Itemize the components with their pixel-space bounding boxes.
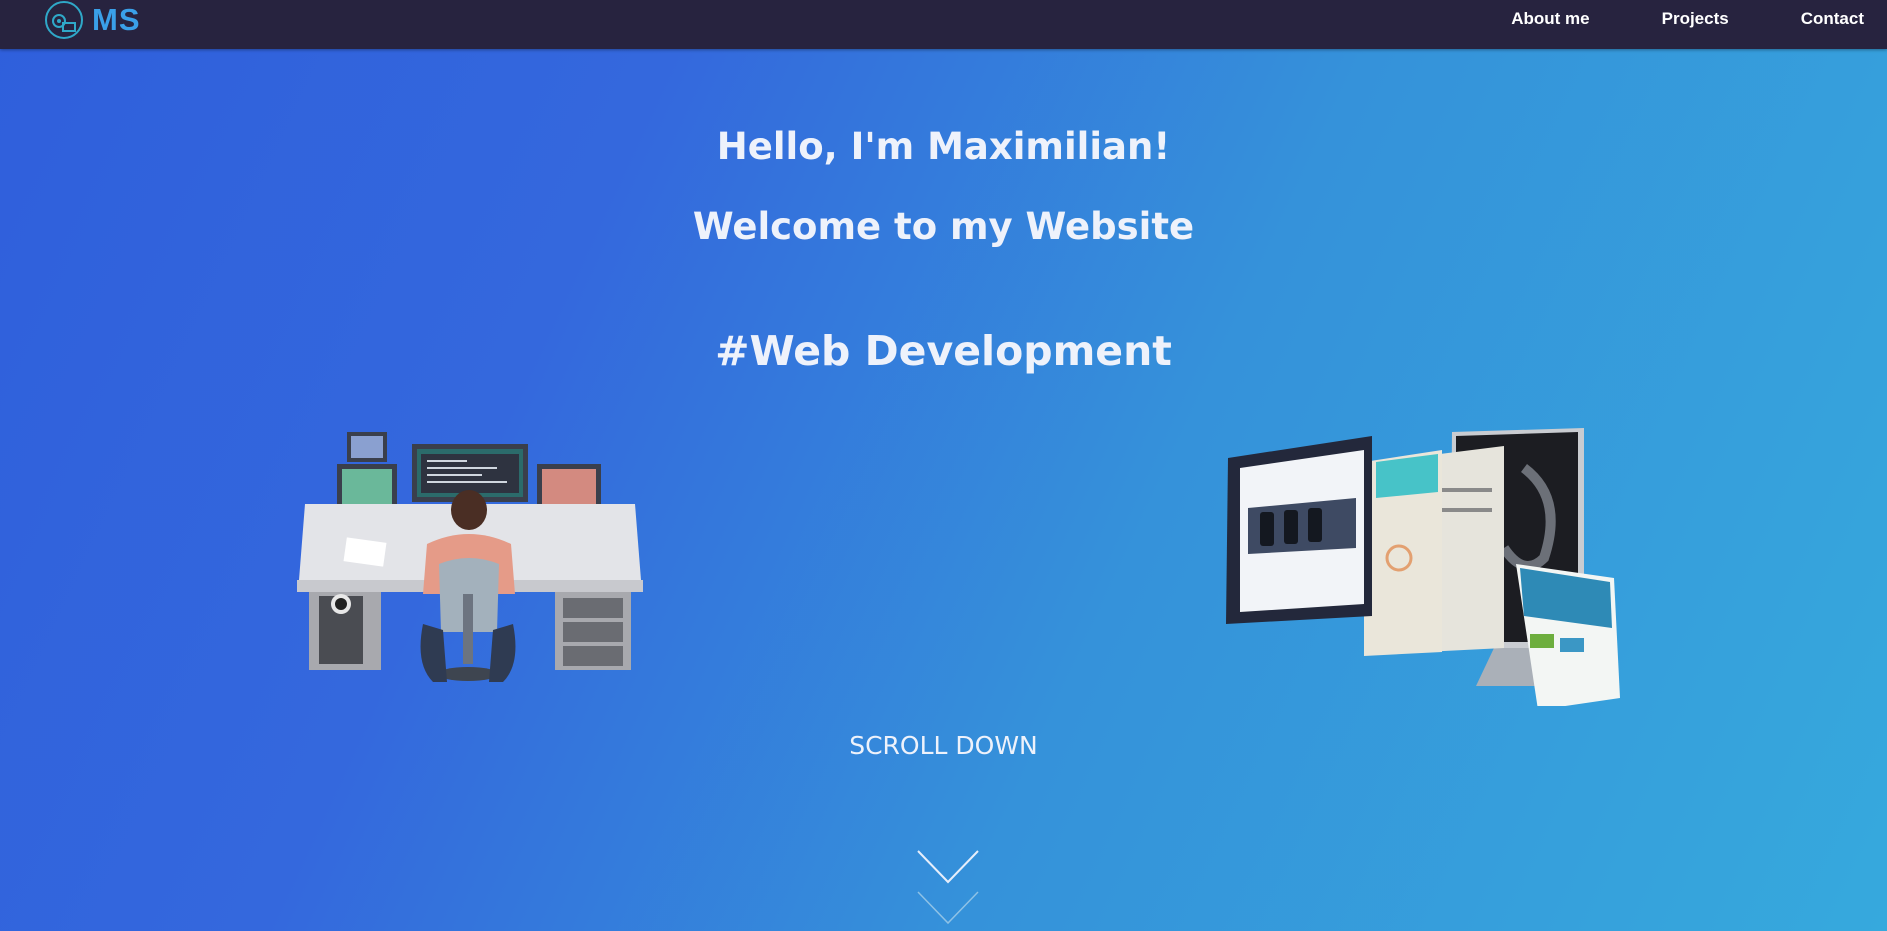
scroll-down-chevron-icon[interactable] [917,849,979,931]
scroll-down-label[interactable]: SCROLL DOWN [0,731,1887,760]
nav-link-about[interactable]: About me [1511,9,1589,29]
logo-globe-icon [45,1,83,39]
nav-link-projects[interactable]: Projects [1662,9,1729,29]
nav-link-contact[interactable]: Contact [1801,9,1864,29]
website-screens-illustration [1226,428,1620,706]
nav-links: About me Projects Contact [1439,0,1864,38]
logo-text: MS [92,2,141,37]
site-logo[interactable]: MS [44,0,141,40]
top-navbar: MS About me Projects Contact [0,0,1887,49]
hero-greeting: Hello, I'm Maximilian! [716,125,1171,168]
developer-desk-illustration [297,432,643,682]
hero-tagline: #Web Development [715,327,1172,375]
hero-welcome: Welcome to my Website [692,205,1195,248]
